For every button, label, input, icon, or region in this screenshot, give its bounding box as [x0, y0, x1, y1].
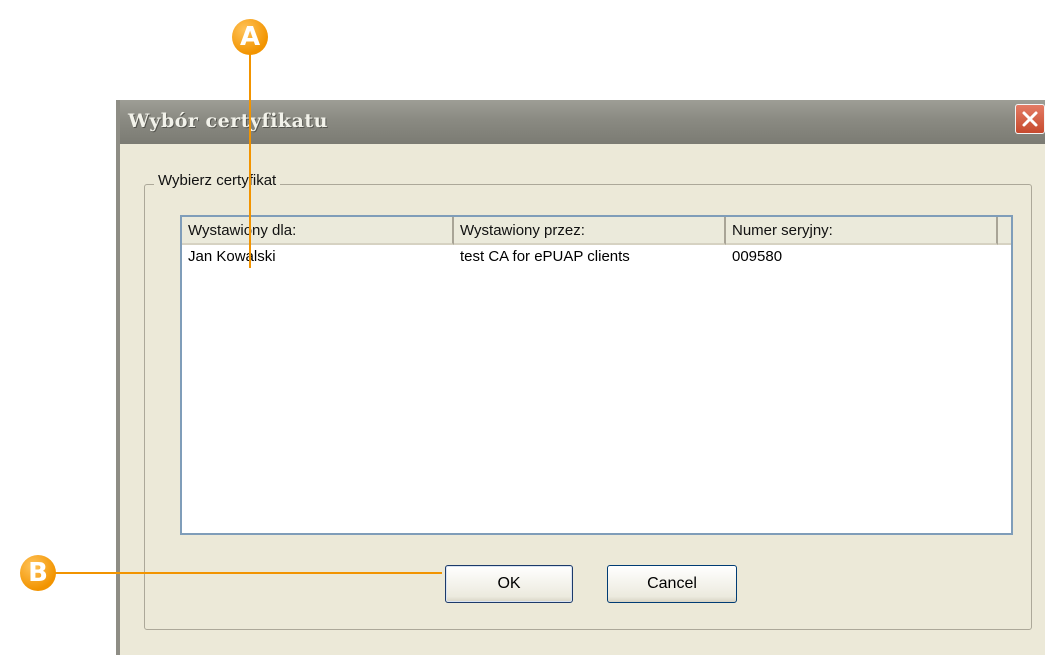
- callout-a-badge: A: [232, 19, 268, 55]
- column-header-serial-number[interactable]: Numer seryjny:: [726, 217, 998, 245]
- column-header-filler: [998, 217, 1011, 245]
- groupbox-legend: Wybierz certyfikat: [154, 172, 281, 189]
- callout-b-leader-line: [54, 572, 442, 574]
- window-title: Wybór certyfikatu: [128, 110, 328, 132]
- list-header: Wystawiony dla: Wystawiony przez: Numer …: [182, 217, 1011, 245]
- title-bar[interactable]: Wybór certyfikatu: [120, 100, 1045, 144]
- cell-serial-number: 009580: [732, 248, 783, 265]
- ok-button[interactable]: OK: [445, 565, 573, 603]
- callout-a-leader-line: [249, 52, 251, 268]
- table-row[interactable]: Jan Kowalski test CA for ePUAP clients 0…: [182, 245, 1011, 269]
- callout-b-badge: B: [20, 555, 56, 591]
- cancel-button[interactable]: Cancel: [607, 565, 737, 603]
- close-icon: [1022, 111, 1038, 127]
- cell-issued-by: test CA for ePUAP clients: [460, 248, 630, 265]
- cell-issued-to: Jan Kowalski: [188, 248, 276, 265]
- column-header-issued-to[interactable]: Wystawiony dla:: [182, 217, 454, 245]
- column-header-issued-by[interactable]: Wystawiony przez:: [454, 217, 726, 245]
- certificate-list[interactable]: Wystawiony dla: Wystawiony przez: Numer …: [180, 215, 1013, 535]
- close-button[interactable]: [1015, 104, 1045, 134]
